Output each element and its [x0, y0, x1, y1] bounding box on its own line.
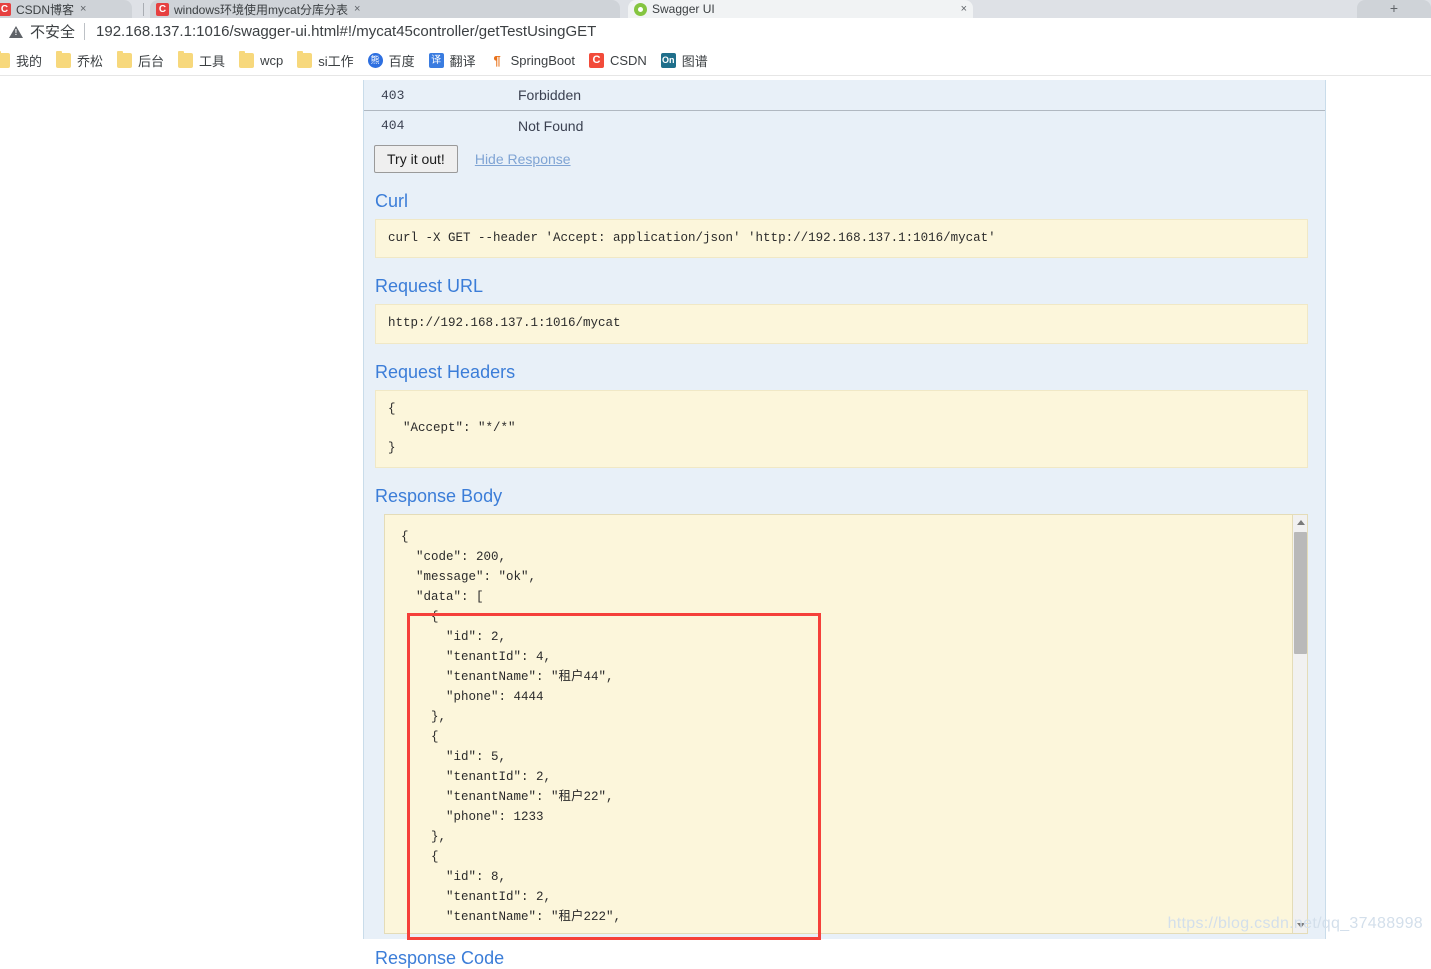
browser-tab-1[interactable]: CSDN博客 ×	[0, 0, 132, 18]
tab-strip: CSDN博客 × windows环境使用mycat分库分表 × Swagger …	[0, 0, 1431, 18]
scroll-up-arrow-icon[interactable]	[1293, 515, 1308, 530]
status-message: Forbidden	[518, 87, 582, 103]
page-viewport: 403 Forbidden 404 Not Found Try it out! …	[0, 80, 1431, 968]
browser-tab-2[interactable]: windows环境使用mycat分库分表 ×	[150, 0, 620, 18]
url-text[interactable]: 192.168.137.1:1016/swagger-ui.html#!/myc…	[96, 23, 596, 40]
bookmark-label: CSDN	[609, 53, 647, 68]
bookmark-label: 乔松	[77, 54, 104, 69]
close-icon[interactable]: ×	[80, 3, 86, 15]
bookmarks-bar: 我的 乔松 后台 工具 wcp si工作 熊 百度 译 翻译 ¶ SpringB…	[0, 46, 1431, 76]
curl-section-title: Curl	[375, 191, 409, 211]
bookmark-sigongzuo[interactable]: si工作	[290, 49, 360, 73]
csdn-icon	[0, 2, 11, 16]
csdn-icon: C	[588, 53, 604, 68]
folder-icon	[178, 51, 194, 68]
response-code-section-title: Response Code	[375, 947, 505, 968]
folder-icon	[297, 51, 313, 68]
bookmark-label: 图谱	[681, 54, 708, 69]
folder-icon	[239, 51, 255, 68]
curl-command-box: curl -X GET --header 'Accept: applicatio…	[375, 219, 1308, 259]
folder-icon	[0, 51, 10, 68]
tab-title: windows环境使用mycat分库分表	[174, 2, 349, 17]
springboot-icon: ¶	[493, 53, 501, 68]
bookmark-springboot[interactable]: ¶ SpringBoot	[483, 49, 582, 73]
translate-icon: 译	[428, 53, 444, 68]
on-icon: On	[660, 53, 676, 68]
bookmark-label: 后台	[138, 54, 165, 69]
close-icon[interactable]: ×	[961, 3, 967, 15]
bookmark-houtai[interactable]: 后台	[110, 49, 171, 73]
browser-chrome: CSDN博客 × windows环境使用mycat分库分表 × Swagger …	[0, 0, 1431, 76]
bookmark-csdn[interactable]: C CSDN	[582, 49, 654, 73]
status-code: 404	[381, 118, 405, 133]
status-message: Not Found	[518, 117, 584, 134]
tab-separator	[143, 3, 144, 16]
folder-icon	[56, 51, 72, 68]
close-icon[interactable]: ×	[354, 3, 360, 15]
new-tab-button[interactable]: +	[1357, 0, 1431, 18]
folder-icon	[117, 51, 133, 68]
scrollbar-thumb[interactable]	[1294, 531, 1307, 654]
bookmark-label: 我的	[16, 54, 43, 69]
security-label: 不安全	[30, 24, 76, 41]
swagger-icon	[634, 2, 647, 16]
csdn-icon	[156, 2, 169, 16]
status-code: 403	[381, 87, 405, 103]
baidu-icon: 熊	[367, 53, 383, 68]
security-status-chip[interactable]: 不安全	[9, 21, 84, 42]
action-row: Try it out! Hide Response	[364, 145, 1325, 173]
bookmark-baidu[interactable]: 熊 百度	[361, 49, 422, 73]
response-body-json: { "code": 200, "message": "ok", "data": …	[401, 529, 622, 924]
tab-title: CSDN博客	[16, 2, 75, 17]
response-body-container[interactable]: { "code": 200, "message": "ok", "data": …	[384, 513, 1308, 940]
bookmark-label: 翻译	[449, 54, 476, 69]
omnibox[interactable]: 不安全 192.168.137.1:1016/swagger-ui.html#!…	[0, 18, 1431, 46]
request-headers-box: { "Accept": "*/*" }	[375, 389, 1308, 468]
try-it-out-button[interactable]: Try it out!	[374, 145, 458, 173]
bookmark-label: SpringBoot	[510, 53, 575, 68]
bookmark-gongju[interactable]: 工具	[171, 49, 232, 73]
bookmark-tupu[interactable]: On 图谱	[654, 49, 715, 73]
bookmark-label: 工具	[199, 54, 226, 69]
warning-triangle-icon	[9, 25, 23, 38]
tab-title: Swagger UI	[652, 2, 715, 16]
bookmark-label: wcp	[260, 53, 284, 68]
watermark-text: https://blog.csdn.net/qq_37488998	[1167, 915, 1423, 932]
response-status-row-404: 404 Not Found	[364, 110, 1325, 140]
request-url-box: http://192.168.137.1:1016/mycat	[375, 304, 1308, 344]
request-url-section-title: Request URL	[375, 276, 484, 297]
response-body-section-title: Response Body	[375, 485, 503, 506]
bookmark-wcp[interactable]: wcp	[232, 49, 290, 73]
bookmark-my[interactable]: 我的	[0, 49, 49, 73]
bookmark-qiaosong[interactable]: 乔松	[49, 49, 110, 73]
swagger-operation-panel: 403 Forbidden 404 Not Found Try it out! …	[363, 80, 1326, 968]
omnibox-divider	[84, 23, 86, 40]
hide-response-link[interactable]: Hide Response	[475, 151, 571, 167]
bookmark-label: 百度	[388, 54, 415, 69]
browser-tab-3-active[interactable]: Swagger UI ×	[628, 0, 973, 18]
bookmark-fanyi[interactable]: 译 翻译	[422, 49, 483, 73]
bookmark-label: si工作	[318, 54, 354, 69]
request-headers-section-title: Request Headers	[375, 361, 516, 382]
response-status-row-403: 403 Forbidden	[364, 80, 1325, 110]
response-body-scrollbar[interactable]	[1292, 514, 1308, 933]
